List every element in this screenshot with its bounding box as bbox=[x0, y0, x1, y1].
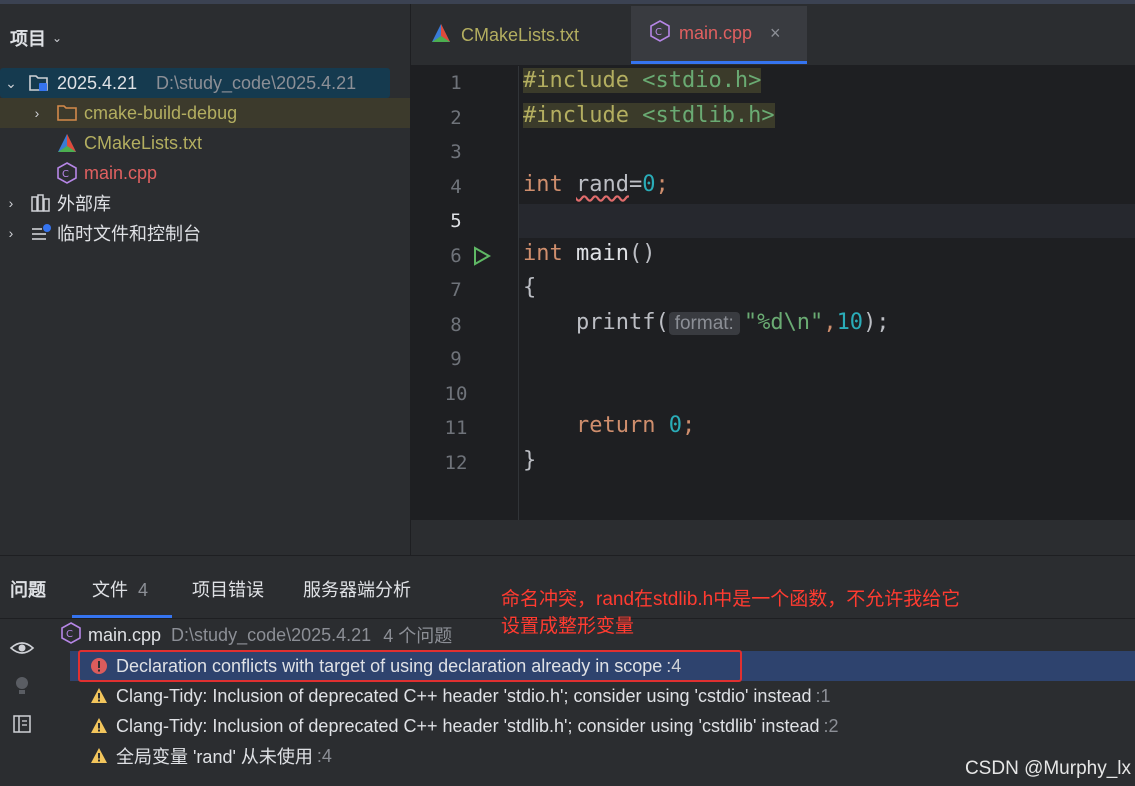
current-line-highlight bbox=[411, 204, 1135, 238]
tree-item-label: cmake-build-debug bbox=[84, 102, 238, 123]
problems-file-row[interactable]: C main.cpp D:\study_code\2025.4.21 4 个问题 bbox=[60, 620, 452, 650]
close-icon[interactable]: × bbox=[770, 23, 781, 44]
line-number: 11 bbox=[444, 417, 468, 439]
problem-item-warning[interactable]: Clang-Tidy: Inclusion of deprecated C++ … bbox=[90, 681, 831, 711]
code-line-6: int main() bbox=[523, 241, 656, 266]
problem-text: Clang-Tidy: Inclusion of deprecated C++ … bbox=[116, 715, 820, 736]
line-number: 2 bbox=[450, 107, 462, 129]
tree-item-label: CMakeLists.txt bbox=[84, 132, 203, 153]
parameter-hint: format: bbox=[668, 312, 740, 335]
cpp-file-icon: C bbox=[60, 621, 82, 649]
code-line-8: printf(format: "%d\n",10); bbox=[575, 310, 890, 335]
scratches-icon bbox=[30, 222, 52, 244]
tab-main-cpp[interactable]: C main.cpp × bbox=[631, 6, 807, 64]
tree-item-cmake-build-debug[interactable]: › cmake-build-debug bbox=[0, 98, 410, 128]
code-line-4: int rand=0; bbox=[523, 172, 669, 197]
problems-panel: 问题 文件 4 项目错误 服务器端分析 C main.cpp D:\study_c… bbox=[0, 555, 1135, 786]
svg-text:C: C bbox=[655, 27, 662, 38]
rand-variable: rand bbox=[576, 172, 629, 197]
svg-text:C: C bbox=[66, 629, 73, 640]
watermark: CSDN @Murphy_lx bbox=[964, 758, 1131, 779]
line-number: 12 bbox=[444, 452, 468, 474]
tree-root-path: D:\study_code\2025.4.21 bbox=[156, 72, 357, 93]
problem-item-warning[interactable]: Clang-Tidy: Inclusion of deprecated C++ … bbox=[90, 711, 839, 741]
editor-tabbar: CMakeLists.txt C main.cpp × bbox=[410, 4, 1135, 66]
chevron-right-icon[interactable]: › bbox=[30, 105, 44, 121]
cmake-icon bbox=[56, 132, 78, 154]
eye-icon[interactable] bbox=[8, 634, 36, 662]
preview-icon[interactable] bbox=[8, 710, 36, 738]
tab-label: CMakeLists.txt bbox=[461, 24, 580, 45]
line-number: 3 bbox=[450, 141, 462, 163]
svg-text:C: C bbox=[62, 169, 69, 180]
annotation-line: 设置成整形变量 bbox=[501, 616, 635, 637]
code-line-11: return 0; bbox=[575, 413, 696, 438]
tree-item-label: 外部库 bbox=[57, 194, 111, 214]
line-number: 9 bbox=[450, 348, 462, 370]
folder-icon bbox=[56, 102, 78, 124]
chevron-down-icon[interactable]: ⌄ bbox=[4, 75, 18, 92]
problem-text: 全局变量 'rand' 从未使用 bbox=[116, 747, 313, 767]
tree-item-scratches[interactable]: › 临时文件和控制台 bbox=[0, 218, 410, 248]
code-editor[interactable]: 1 2 3 4 5 6 7 8 9 10 11 12 #include <std… bbox=[410, 66, 1135, 555]
line-number: 10 bbox=[444, 383, 468, 405]
project-panel-header[interactable]: 项目 ⌄ bbox=[10, 26, 62, 50]
problems-count: 4 个问题 bbox=[383, 626, 453, 646]
code-line-1: #include <stdio.h> bbox=[523, 68, 762, 93]
tree-item-external-libs[interactable]: › 外部库 bbox=[0, 188, 410, 218]
line-number: 1 bbox=[450, 72, 462, 94]
warning-icon bbox=[91, 748, 107, 763]
run-icon[interactable] bbox=[471, 246, 491, 266]
tree-item-cmakelists[interactable]: CMakeLists.txt bbox=[0, 128, 410, 158]
problems-file-path: D:\study_code\2025.4.21 bbox=[171, 624, 372, 645]
cpp-file-icon: C bbox=[56, 162, 78, 184]
cpp-file-icon: C bbox=[649, 20, 671, 47]
tree-root-row[interactable]: ⌄ 2025.4.21 D:\study_code\2025.4.21 bbox=[0, 68, 390, 98]
chevron-down-icon[interactable]: ⌄ bbox=[52, 31, 62, 45]
code-line-12: } bbox=[523, 448, 537, 473]
lightbulb-icon[interactable] bbox=[8, 672, 36, 700]
cmake-icon bbox=[429, 22, 453, 49]
tab-cmakelists[interactable]: CMakeLists.txt bbox=[429, 6, 629, 64]
line-number: 5 bbox=[450, 210, 462, 232]
line-number: 4 bbox=[450, 176, 462, 198]
annotation-highlight-box bbox=[78, 650, 742, 682]
tree-item-label: main.cpp bbox=[84, 162, 158, 183]
tree-item-main-cpp[interactable]: C main.cpp bbox=[0, 158, 410, 188]
tree-root-name: 2025.4.21 bbox=[57, 72, 138, 93]
annotation-text: 命名冲突，rand在stdlib.h中是一个函数，不允许我给它 设置成整形变量 bbox=[501, 586, 1041, 640]
project-folder-icon bbox=[28, 72, 50, 94]
warning-icon bbox=[91, 688, 107, 703]
chevron-right-icon[interactable]: › bbox=[4, 195, 18, 211]
editor-bottom-bar bbox=[411, 520, 1135, 555]
warning-icon bbox=[91, 718, 107, 733]
tree-item-label: 临时文件和控制台 bbox=[57, 224, 201, 244]
line-number: 7 bbox=[450, 279, 462, 301]
problem-item-warning[interactable]: 全局变量 'rand' 从未使用 :4 bbox=[90, 741, 332, 771]
problems-title: 问题 bbox=[10, 580, 46, 600]
problem-location: :1 bbox=[815, 685, 831, 706]
code-line-7: { bbox=[523, 275, 537, 300]
editor-background bbox=[411, 66, 1135, 520]
project-panel-title: 项目 bbox=[10, 29, 46, 49]
problem-location: :4 bbox=[316, 745, 332, 766]
problem-location: :2 bbox=[823, 715, 839, 736]
code-line-2: #include <stdlib.h> bbox=[523, 103, 775, 128]
tab-file[interactable]: 文件 4 bbox=[92, 576, 148, 602]
project-panel: 项目 ⌄ ⌄ 2025.4.21 D:\study_code\2025.4.21… bbox=[0, 4, 410, 555]
tab-project-errors[interactable]: 项目错误 bbox=[192, 576, 264, 602]
tab-server-analysis[interactable]: 服务器端分析 bbox=[303, 576, 411, 602]
line-number: 8 bbox=[450, 314, 462, 336]
problems-file-name: main.cpp bbox=[88, 624, 162, 645]
library-icon bbox=[30, 192, 52, 214]
annotation-line: 命名冲突，rand在stdlib.h中是一个函数，不允许我给它 bbox=[501, 589, 961, 610]
problem-text: Clang-Tidy: Inclusion of deprecated C++ … bbox=[116, 685, 812, 706]
chevron-right-icon[interactable]: › bbox=[4, 225, 18, 241]
tab-label: main.cpp bbox=[679, 23, 753, 43]
